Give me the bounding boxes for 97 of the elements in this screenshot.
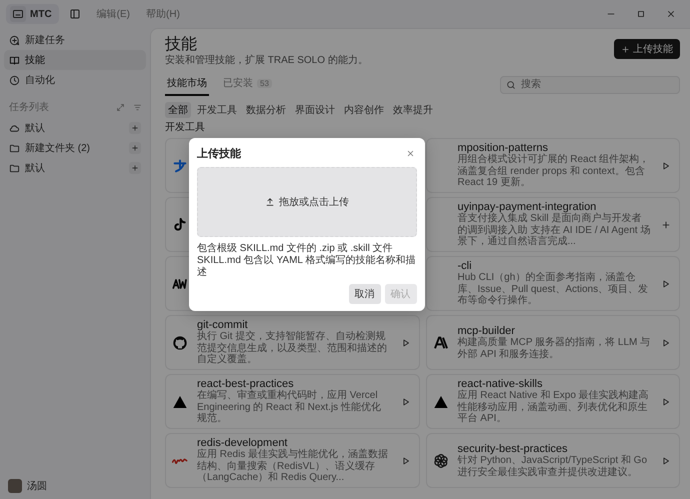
count-badge: 53	[257, 78, 272, 88]
skill-description: 针对 Python、JavaScript/TypeScript 和 Go 进行安全最佳实践审查并提供改进建议。	[458, 455, 648, 478]
skill-description: 应用 React Native 和 Expo 最佳实践构建高性能移动应用，涵盖动画、列表优化和原生平台 API。	[458, 390, 650, 425]
plus-icon	[131, 124, 139, 132]
tab[interactable]: 已安装 53	[221, 73, 274, 96]
close-icon	[666, 9, 676, 19]
plus-icon	[661, 220, 671, 230]
play-icon	[661, 278, 671, 288]
plus-icon	[621, 44, 630, 54]
section-heading: 开发工具	[165, 122, 206, 134]
hint-text: 包含根级 SKILL.md 文件的 .zip 或 .skill 文件	[197, 243, 394, 254]
nav-item[interactable]: 自动化	[4, 70, 146, 90]
filter-chip[interactable]: 效率提升	[390, 102, 436, 118]
book-icon	[9, 54, 20, 66]
nav-item[interactable]: 新建任务	[4, 30, 146, 50]
wordmark-icon	[172, 458, 188, 464]
skill-description: 用组合模式设计可扩展的 React 组件架构，涵盖复合组 render props 和 context。包含 React 19 更新。	[458, 154, 650, 189]
app-button[interactable]: MTC	[6, 4, 59, 24]
skill-name: security-best-practices	[458, 443, 569, 455]
skill-card[interactable]: react-native-skills 应用 React Native 和 Expo 最佳实践构建高性能移动应用，涵盖动画、列表优化和原生平台 API。	[426, 374, 680, 429]
close-icon	[406, 149, 414, 158]
folder-icon	[9, 142, 20, 154]
skill-name: mposition-patterns	[458, 142, 548, 154]
skill-card[interactable]: security-best-practices 针对 Python、JavaScript/TypeScript 和 Go 进行安全最佳实践审查并提供改进建议。	[426, 433, 680, 488]
play-icon	[661, 160, 671, 170]
skill-card[interactable]: redis-development 应用 Redis 最佳实践与性能优化，涵盖数据结构、向量搜索（RedisVL）、语义缓存（LangCache）和 Redis Query...	[165, 433, 420, 488]
filter-icon[interactable]	[133, 102, 142, 112]
page-subtitle: 安装和管理技能，扩展 TRAE SOLO 的能力。	[165, 55, 369, 67]
skill-description: 应用 Redis 最佳实践与性能优化，涵盖数据结构、向量搜索（RedisVL）、语义缓存（LangCache）和 Redis Query...	[197, 449, 390, 484]
user-name[interactable]: 汤圆	[27, 479, 47, 493]
tab[interactable]: 技能市场	[165, 73, 209, 96]
upload-button[interactable]: 上传技能	[614, 39, 680, 59]
expand-icon[interactable]	[116, 102, 125, 112]
skill-name: react-native-skills	[458, 378, 542, 390]
skill-card[interactable]: git-commit 执行 Git 提交，支持智能暂存、自动检测规范提交信息生成，以及类型、范围和描述的自定义覆盖。	[165, 315, 420, 370]
upload-icon	[264, 197, 275, 207]
monitor-icon	[10, 6, 26, 22]
skill-name: -cli	[458, 260, 473, 272]
plus-icon	[131, 164, 139, 172]
skill-card[interactable]: mposition-patterns 用组合模式设计可扩展的 React 组件架构，涵盖复合组 render props 和 context。包含 React 19 更新。	[426, 138, 680, 193]
skill-name: react-best-practices	[197, 378, 294, 390]
play-icon	[661, 338, 671, 348]
filter-chip[interactable]: 界面设计	[292, 102, 338, 118]
add-button[interactable]	[129, 122, 141, 134]
note-logo-icon	[172, 216, 188, 232]
chat-plus-icon	[9, 34, 20, 46]
folder-icon	[9, 162, 20, 174]
nav-item[interactable]: 技能	[4, 50, 146, 70]
hint-text: SKILL.md 包含以 YAML 格式编写的技能名称和描述	[197, 255, 416, 279]
section-title: 任务列表	[9, 100, 50, 114]
triangle-icon	[432, 394, 448, 410]
skill-name: uyinpay-payment-integration	[458, 201, 596, 214]
upload-dropzone[interactable]: 拖放或点击上传	[197, 167, 416, 237]
dialog-title: 上传技能	[197, 146, 242, 161]
filter-chip[interactable]: 全部	[165, 102, 191, 118]
play-icon	[400, 396, 410, 406]
skill-card[interactable]: -cli Hub CLI（gh）的全面参考指南，涵盖仓库、Issue、Pull quest、Actions、项目、发布等命令行操作。	[426, 256, 680, 311]
skill-description: 构建高质量 MCP 服务器的指南，将 LLM 与外部 API 和服务连接。	[458, 337, 651, 360]
skill-name: redis-development	[197, 437, 288, 450]
avatar-photo-placeholder	[8, 479, 22, 493]
skill-card[interactable]: mcp-builder 构建高质量 MCP 服务器的指南，将 LLM 与外部 API 和服务连接。	[426, 315, 680, 370]
play-icon	[400, 338, 410, 348]
menu-item[interactable]: 编辑(E)	[90, 4, 136, 24]
skill-description: Hub CLI（gh）的全面参考指南，涵盖仓库、Issue、Pull quest、Actions、项目、发布等命令行操作。	[458, 272, 650, 307]
filter-chip[interactable]: 内容创作	[341, 102, 387, 118]
skill-description: 在编写、审查或重构代码时，应用 Vercel Engineering 的 React 和 Next.js 性能优化规范。	[197, 390, 382, 425]
search-icon	[506, 80, 516, 90]
filter-chip[interactable]: 数据分析	[243, 102, 289, 118]
plus-icon	[131, 144, 139, 152]
cat-silhouette-icon	[172, 334, 188, 350]
skill-description: 执行 Git 提交，支持智能暂存、自动检测规范提交信息生成，以及类型、范围和描述的自定义覆盖。	[197, 331, 388, 366]
add-button[interactable]	[129, 142, 141, 154]
page-title: 技能	[165, 35, 198, 54]
maximize-icon	[636, 9, 646, 19]
search-field[interactable]: 搜索	[500, 76, 680, 94]
add-button[interactable]	[129, 162, 141, 174]
slanted-strokes-icon	[432, 334, 448, 350]
triangle-icon	[172, 394, 188, 410]
cloud-icon	[9, 122, 20, 134]
play-icon	[661, 456, 671, 466]
skill-card[interactable]: react-best-practices 在编写、审查或重构代码时，应用 Vercel Engineering 的 React 和 Next.js 性能优化规范。	[165, 374, 420, 429]
filter-chip[interactable]: 开发工具	[194, 102, 240, 118]
folder-item[interactable]: 新建文件夹 (2)	[9, 141, 129, 155]
skill-card[interactable]: uyinpay-payment-integration 音支付接入集成 Skill 是面向商户与开发者的调到调接入助 支持在 AI IDE / AI Agent 场景下，通过自然语言完成...	[426, 197, 680, 252]
clock-icon	[9, 74, 20, 86]
play-icon	[661, 396, 671, 406]
swoosh-logo-icon	[172, 158, 188, 174]
menu-item[interactable]: 帮助(H)	[140, 4, 186, 24]
skill-name: git-commit	[197, 319, 248, 332]
panel-icon	[68, 8, 81, 20]
folder-item[interactable]: 默认	[9, 161, 129, 175]
folder-item[interactable]: 默认	[9, 121, 129, 135]
knot-icon	[432, 452, 448, 468]
cancel-button[interactable]: 取消	[348, 284, 380, 304]
skill-description: 音支付接入集成 Skill 是面向商户与开发者的调到调接入助 支持在 AI IDE / AI Agent 场景下，通过自然语言完成...	[458, 213, 651, 248]
play-icon	[400, 456, 410, 466]
skill-name: mcp-builder	[458, 325, 516, 337]
